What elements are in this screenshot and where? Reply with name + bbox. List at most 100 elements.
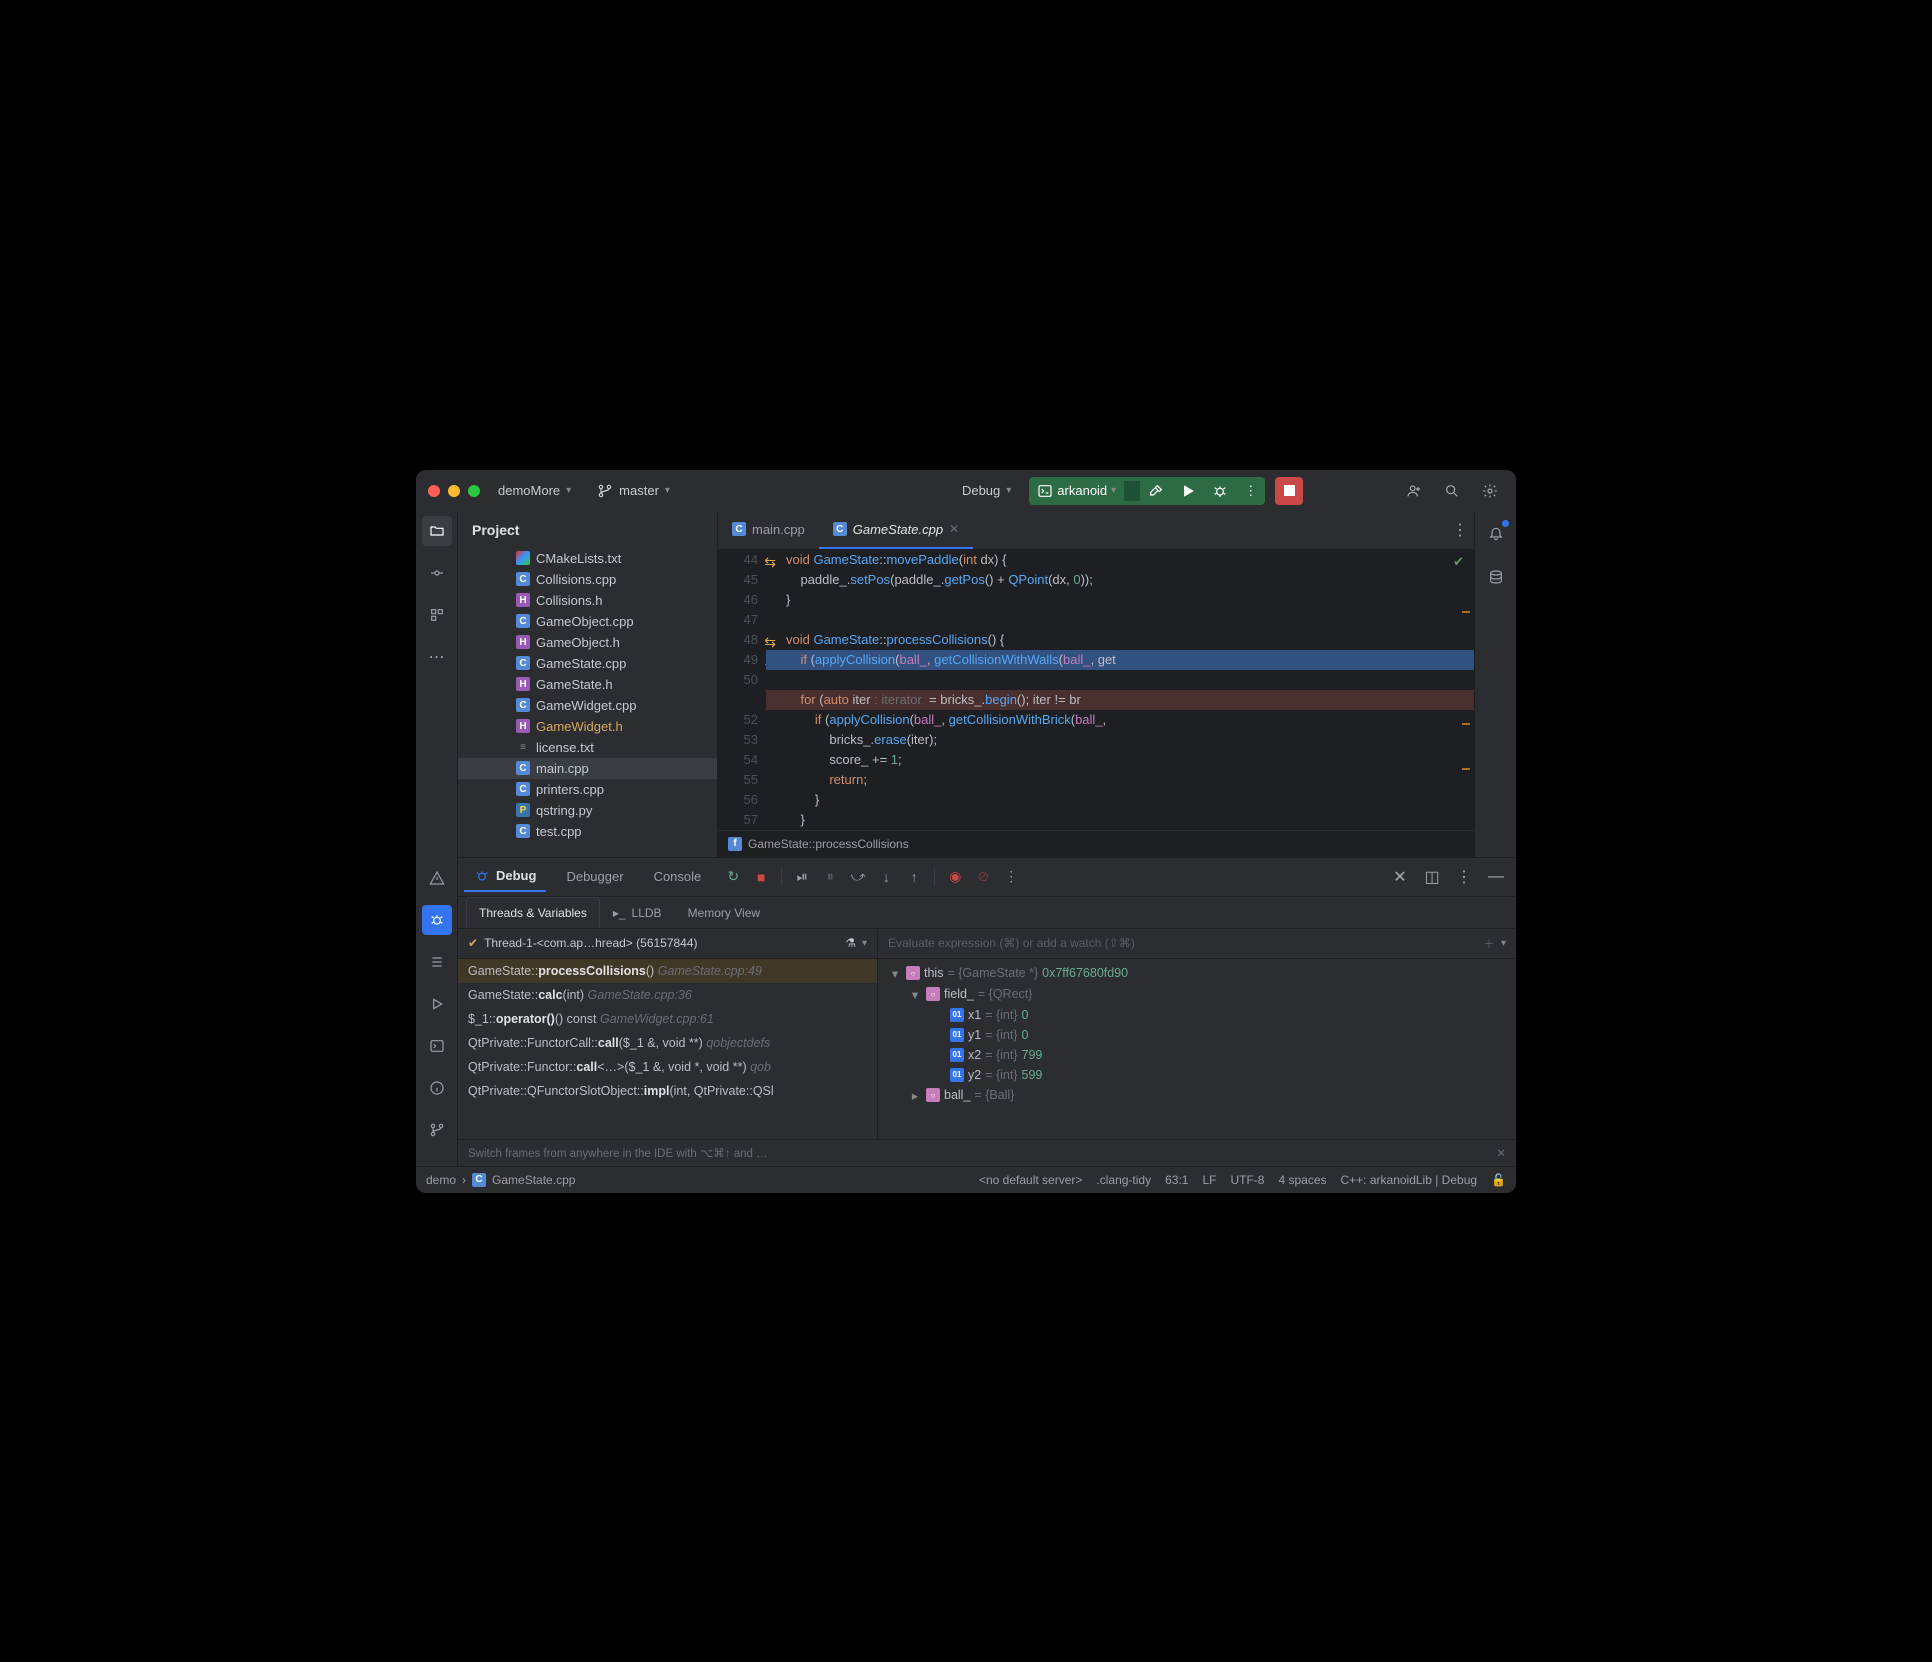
file-item[interactable]: CGameState.cpp (458, 653, 717, 674)
structure-tool-button[interactable] (422, 600, 452, 630)
minimize-panel-button[interactable]: — (1482, 863, 1510, 891)
stop-debug-button[interactable]: ■ (749, 865, 773, 889)
code-line[interactable]: return; (766, 770, 1474, 790)
chevron-down-icon[interactable]: ▾ (1501, 938, 1506, 949)
file-item[interactable]: HCollisions.h (458, 590, 717, 611)
lock-icon[interactable]: 🔓 (1491, 1173, 1506, 1187)
mute-breakpoints-button[interactable]: ⊘ (971, 865, 995, 889)
close-hint-button[interactable]: ✕ (1496, 1146, 1506, 1160)
vcs-button[interactable] (422, 1115, 452, 1145)
run-button[interactable] (1172, 477, 1204, 505)
variable-row[interactable]: 01 x2 = {int} 799 (878, 1045, 1516, 1065)
debug-title-tab[interactable]: Debug (464, 862, 546, 892)
settings-button[interactable] (1476, 477, 1504, 505)
code-line[interactable]: } (766, 590, 1474, 610)
commit-tool-button[interactable] (422, 558, 452, 588)
tabs-more-button[interactable]: ⋮ (1446, 516, 1474, 544)
filter-icon[interactable]: ⚗ (845, 936, 856, 950)
code-with-me-button[interactable] (1400, 477, 1428, 505)
resume-button[interactable]: ⏯ (790, 865, 814, 889)
code-line[interactable] (766, 610, 1474, 630)
code-line[interactable]: score_ += 1; (766, 750, 1474, 770)
code-line[interactable]: for (auto iter : iterator = bricks_.begi… (766, 690, 1474, 710)
chevron-down-icon[interactable]: ▾ (862, 938, 867, 949)
debugger-tab[interactable]: Debugger (556, 863, 633, 890)
variable-row[interactable]: ▾○ this = {GameState *} 0x7ff67680fd90 (878, 963, 1516, 984)
services-button[interactable] (422, 1073, 452, 1103)
close-tab-button[interactable]: ✕ (949, 522, 959, 536)
build-button[interactable] (1140, 477, 1172, 505)
step-over-button[interactable]: ⤻ (846, 865, 870, 889)
debug-more-button[interactable]: ⋮ (999, 865, 1023, 889)
stack-frame[interactable]: GameState::processCollisions() GameState… (458, 959, 877, 983)
memory-tab[interactable]: Memory View (675, 897, 773, 928)
code-line[interactable]: } (766, 810, 1474, 830)
variable-row[interactable]: ▸○ ball_ = {Ball} (878, 1085, 1516, 1106)
zoom-window[interactable] (468, 485, 480, 497)
run-more-button[interactable]: ⋮ (1236, 477, 1265, 505)
variables-tree[interactable]: ▾○ this = {GameState *} 0x7ff67680fd90▾○… (878, 959, 1516, 1139)
step-into-button[interactable]: ↓ (874, 865, 898, 889)
indent[interactable]: 4 spaces (1278, 1173, 1326, 1187)
close-window[interactable] (428, 485, 440, 497)
file-item[interactable]: CGameObject.cpp (458, 611, 717, 632)
run-tool-button[interactable] (422, 989, 452, 1019)
file-item[interactable]: HGameObject.h (458, 632, 717, 653)
project-selector[interactable]: demoMore ▾ (490, 479, 579, 502)
expand-icon[interactable]: ▾ (908, 987, 922, 1002)
language-context[interactable]: C++: arkanoidLib | Debug (1341, 1173, 1478, 1187)
lldb-tab[interactable]: ▸_LLDB (600, 897, 675, 928)
file-item[interactable]: Ctest.cpp (458, 821, 717, 842)
editor-tab[interactable]: Cmain.cpp (718, 512, 819, 549)
layout-button[interactable]: ◫ (1418, 863, 1446, 891)
deploy-target[interactable]: <no default server> (979, 1173, 1082, 1187)
code-line[interactable]: void GameState::movePaddle(int dx) { (766, 550, 1474, 570)
file-item[interactable]: CCollisions.cpp (458, 569, 717, 590)
panel-options-button[interactable]: ⋮ (1450, 863, 1478, 891)
minimize-window[interactable] (448, 485, 460, 497)
stack-frame[interactable]: QtPrivate::FunctorCall::call($_1 &, void… (458, 1031, 877, 1055)
close-panel-button[interactable]: ✕ (1386, 863, 1414, 891)
variable-row[interactable]: 01 y2 = {int} 599 (878, 1065, 1516, 1085)
variable-row[interactable]: 01 x1 = {int} 0 (878, 1005, 1516, 1025)
file-item[interactable]: Cprinters.cpp (458, 779, 717, 800)
editor-breadcrumb[interactable]: f GameState::processCollisions (718, 830, 1474, 857)
file-item[interactable]: CGameWidget.cpp (458, 695, 717, 716)
branch-selector[interactable]: master ▾ (589, 479, 678, 503)
frame-list[interactable]: GameState::processCollisions() GameState… (458, 959, 878, 1139)
view-breakpoints-button[interactable]: ◉ (943, 865, 967, 889)
code-line[interactable]: bricks_.erase(iter); (766, 730, 1474, 750)
editor-tab[interactable]: CGameState.cpp✕ (819, 512, 973, 549)
rerun-button[interactable]: ↻ (721, 865, 745, 889)
run-config[interactable]: Debug ▾ (954, 479, 1019, 502)
pause-button[interactable]: ⏸ (818, 865, 842, 889)
stack-frame[interactable]: QtPrivate::QFunctorSlotObject::impl(int,… (458, 1079, 877, 1103)
more-tools-button[interactable]: ⋯ (422, 642, 452, 672)
stack-frame[interactable]: GameState::calc(int) GameState.cpp:36 (458, 983, 877, 1007)
code-line[interactable]: if (applyCollision(ball_, getCollisionWi… (766, 650, 1474, 670)
code-line[interactable]: void GameState::processCollisions() { (766, 630, 1474, 650)
variable-row[interactable]: 01 y1 = {int} 0 (878, 1025, 1516, 1045)
file-item[interactable]: HGameState.h (458, 674, 717, 695)
file-item[interactable]: Pqstring.py (458, 800, 717, 821)
stack-frame[interactable]: $_1::operator()() const GameWidget.cpp:6… (458, 1007, 877, 1031)
project-tool-button[interactable] (422, 516, 452, 546)
search-button[interactable] (1438, 477, 1466, 505)
stop-button[interactable] (1275, 477, 1303, 505)
step-out-button[interactable]: ↑ (902, 865, 926, 889)
expression-input[interactable]: Evaluate expression (⌘) or add a watch (… (878, 929, 1516, 959)
encoding[interactable]: UTF-8 (1230, 1173, 1264, 1187)
lint-profile[interactable]: .clang-tidy (1096, 1173, 1151, 1187)
code-line[interactable]: if (applyCollision(ball_, getCollisionWi… (766, 710, 1474, 730)
terminal-button[interactable] (422, 1031, 452, 1061)
stack-frame[interactable]: QtPrivate::Functor::call<…>($_1 &, void … (458, 1055, 877, 1079)
notifications-button[interactable] (1481, 518, 1511, 548)
editor-markers[interactable] (1460, 550, 1470, 830)
expand-icon[interactable]: ▾ (888, 966, 902, 981)
code-line[interactable]: paddle_.setPos(paddle_.getPos() + QPoint… (766, 570, 1474, 590)
code-editor[interactable]: 44⇆45464748⇆49→50525354555657 void GameS… (718, 550, 1474, 830)
expand-icon[interactable]: ▸ (908, 1088, 922, 1103)
code-line[interactable]: } (766, 790, 1474, 810)
path-crumb[interactable]: demo› C GameState.cpp (426, 1173, 575, 1187)
file-item[interactable]: HGameWidget.h (458, 716, 717, 737)
